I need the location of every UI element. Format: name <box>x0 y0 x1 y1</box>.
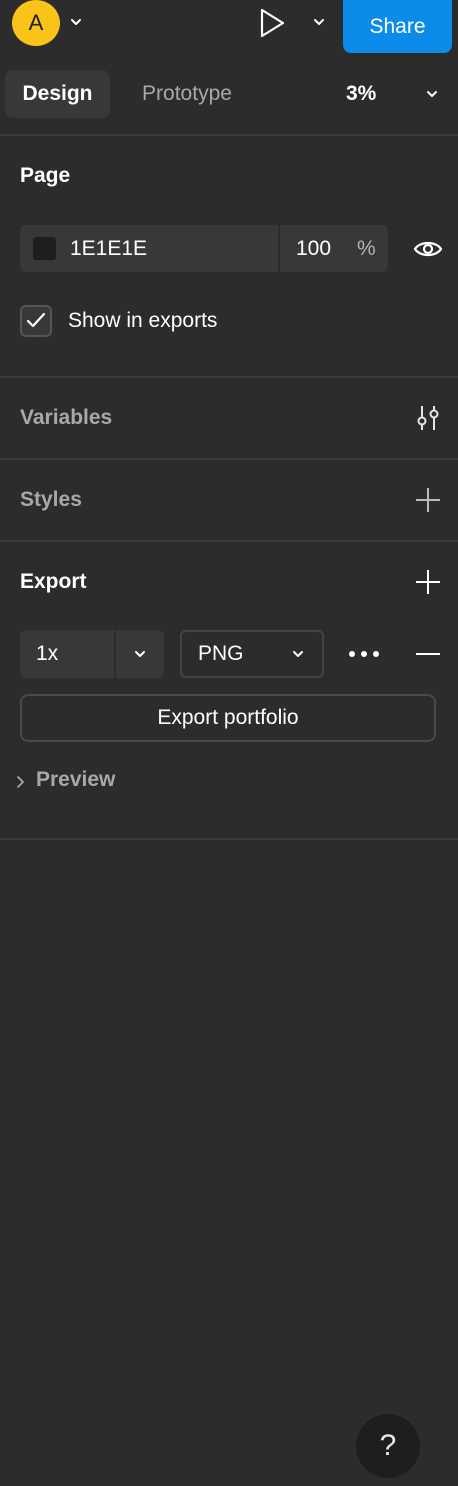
sliders-icon[interactable] <box>413 403 443 433</box>
more-options-icon[interactable] <box>346 645 382 663</box>
chevron-down-icon[interactable] <box>311 14 327 30</box>
styles-section-title: Styles <box>20 488 82 511</box>
present-play-icon[interactable] <box>255 6 289 40</box>
chevron-down-icon[interactable] <box>424 86 440 102</box>
divider <box>0 540 458 542</box>
show-in-exports-checkbox[interactable] <box>20 305 52 337</box>
chevron-right-icon[interactable] <box>14 774 28 790</box>
top-bar: A Share <box>0 0 458 56</box>
divider <box>0 838 458 840</box>
divider <box>278 225 280 272</box>
share-button[interactable]: Share <box>343 0 452 53</box>
divider <box>0 134 458 136</box>
eye-icon[interactable] <box>412 234 444 264</box>
fill-color-swatch[interactable] <box>33 237 56 260</box>
design-panel: A Share Design Prototype 3% Page 1E1E1E … <box>0 0 458 1486</box>
export-format-select[interactable]: PNG <box>180 630 324 678</box>
user-avatar[interactable]: A <box>12 0 60 46</box>
export-scale-value[interactable]: 1x <box>36 630 58 678</box>
divider <box>114 630 116 678</box>
export-format-value: PNG <box>198 642 244 665</box>
checkmark-icon <box>26 312 46 328</box>
help-button[interactable]: ? <box>356 1414 420 1478</box>
page-section-title: Page <box>20 164 71 187</box>
tab-design[interactable]: Design <box>5 70 110 118</box>
page-fill-row: 1E1E1E 100 % <box>20 225 388 272</box>
opacity-unit: % <box>357 236 376 260</box>
show-in-exports-label: Show in exports <box>68 309 218 332</box>
variables-section-title: Variables <box>20 406 113 429</box>
minus-icon[interactable] <box>414 640 442 668</box>
preview-toggle-label[interactable]: Preview <box>36 768 115 792</box>
help-label: ? <box>379 1429 397 1462</box>
export-scale-select[interactable]: 1x <box>20 630 164 678</box>
chevron-down-icon <box>293 651 303 657</box>
tab-prototype[interactable]: Prototype <box>122 70 252 118</box>
export-section-title: Export <box>20 570 87 593</box>
plus-icon[interactable] <box>413 485 443 515</box>
zoom-level[interactable]: 3% <box>346 70 376 118</box>
fill-opacity-input[interactable]: 100 <box>296 225 331 272</box>
panel-tabs: Design Prototype 3% <box>0 70 458 118</box>
divider <box>0 376 458 378</box>
chevron-down-icon[interactable] <box>132 646 148 662</box>
avatar-initial: A <box>28 10 44 35</box>
divider <box>0 458 458 460</box>
export-button[interactable]: Export portfolio <box>20 694 436 742</box>
fill-hex-input[interactable]: 1E1E1E <box>70 225 147 272</box>
plus-icon[interactable] <box>413 567 443 597</box>
chevron-down-icon[interactable] <box>68 14 84 30</box>
